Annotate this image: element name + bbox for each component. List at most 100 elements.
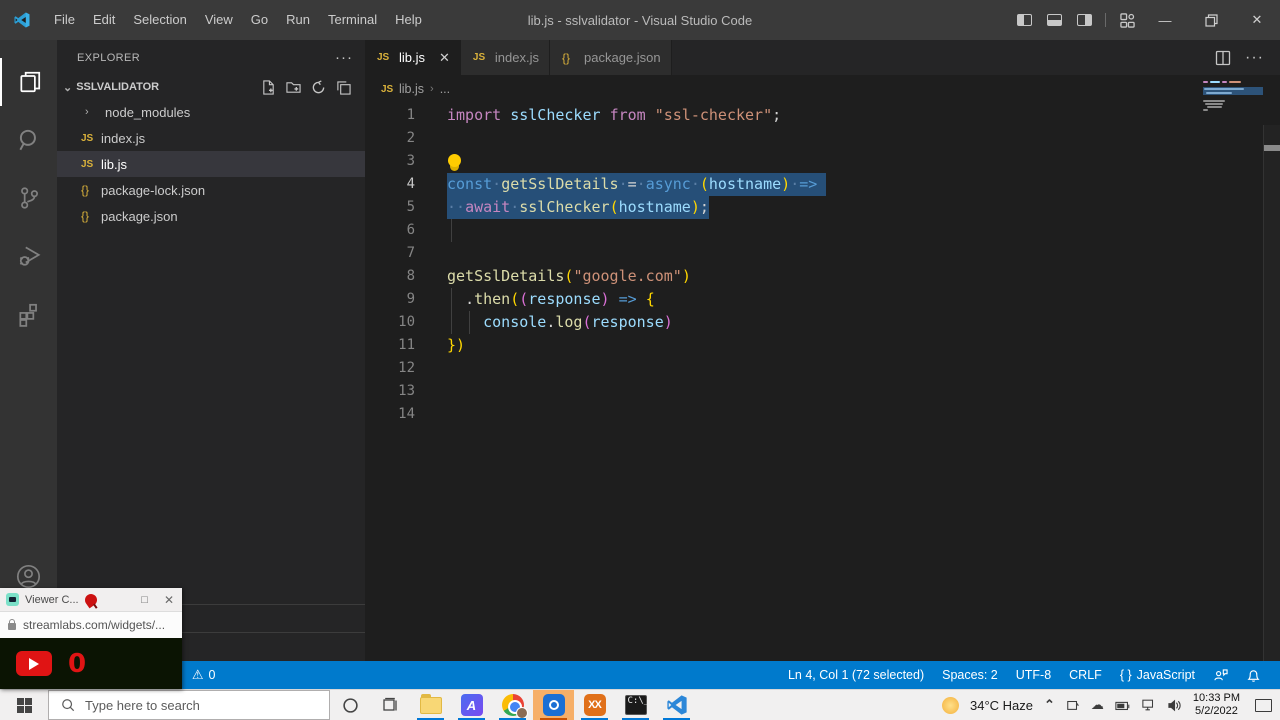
- refresh-icon[interactable]: [311, 80, 326, 95]
- tab-close-icon[interactable]: ✕: [439, 50, 450, 66]
- pin-icon[interactable]: [82, 591, 99, 608]
- weather-text[interactable]: 34°C Haze: [970, 698, 1033, 713]
- tab-index.js[interactable]: JSindex.js: [461, 40, 550, 75]
- collapse-all-icon[interactable]: [336, 80, 351, 95]
- file-item-index.js[interactable]: JSindex.js: [57, 125, 365, 151]
- code-line-4[interactable]: 4const·getSslDetails·=·async·(hostname)·…: [365, 173, 1280, 196]
- start-button[interactable]: [0, 690, 48, 720]
- code-line-8[interactable]: 8getSslDetails("google.com"): [365, 265, 1280, 288]
- chevron-right-icon: ›: [85, 106, 105, 118]
- overlay-maximize-icon[interactable]: □: [141, 594, 148, 606]
- tab-package.json[interactable]: {}package.json: [550, 40, 672, 75]
- code-line-14[interactable]: 14: [365, 403, 1280, 426]
- taskbar-app-app-a[interactable]: A: [451, 690, 492, 720]
- code-area[interactable]: 1import sslChecker from "ssl-checker";23…: [365, 104, 1280, 661]
- menu-view[interactable]: View: [196, 0, 242, 40]
- taskbar-app-cmd[interactable]: C:\_: [615, 690, 656, 720]
- new-folder-icon[interactable]: [286, 80, 301, 95]
- minimize-button[interactable]: —: [1142, 0, 1188, 40]
- code-line-5[interactable]: 5··await·sslChecker(hostname);: [365, 196, 1280, 219]
- overview-ruler[interactable]: [1263, 125, 1280, 661]
- taskbar-app-vscode[interactable]: [656, 690, 697, 720]
- onedrive-cloud-icon[interactable]: ☁: [1091, 697, 1104, 713]
- tab-lib.js[interactable]: JSlib.js✕: [365, 40, 461, 75]
- action-center-icon[interactable]: [1255, 699, 1272, 712]
- menu-help[interactable]: Help: [386, 0, 431, 40]
- file-item-package-lock.json[interactable]: {}package-lock.json: [57, 177, 365, 203]
- more-actions-icon[interactable]: ···: [1245, 49, 1264, 67]
- code-line-1[interactable]: 1import sslChecker from "ssl-checker";: [365, 104, 1280, 127]
- status-encoding[interactable]: UTF-8: [1007, 668, 1060, 682]
- menu-terminal[interactable]: Terminal: [319, 0, 386, 40]
- search-icon[interactable]: [0, 116, 57, 164]
- folder-section-header[interactable]: ⌄ SSLVALIDATOR: [57, 75, 365, 99]
- file-item-lib.js[interactable]: JSlib.js: [57, 151, 365, 177]
- battery-icon[interactable]: [1115, 700, 1131, 711]
- network-icon[interactable]: [1142, 699, 1156, 711]
- code-line-10[interactable]: 10 console.log(response): [365, 311, 1280, 334]
- explorer-icon[interactable]: [0, 58, 57, 106]
- json-file-icon: {}: [562, 51, 584, 65]
- toggle-panel-icon[interactable]: [1039, 0, 1069, 40]
- code-line-13[interactable]: 13: [365, 380, 1280, 403]
- cortana-icon[interactable]: [330, 690, 370, 720]
- scrollbar-thumb[interactable]: [1264, 145, 1280, 151]
- menu-go[interactable]: Go: [242, 0, 277, 40]
- extensions-icon[interactable]: [0, 290, 57, 338]
- code-line-7[interactable]: 7: [365, 242, 1280, 265]
- overlay-address-bar[interactable]: streamlabs.com/widgets/...: [0, 611, 182, 638]
- menu-run[interactable]: Run: [277, 0, 319, 40]
- menu-file[interactable]: File: [45, 0, 84, 40]
- code-line-3[interactable]: 3: [365, 150, 1280, 173]
- menu-edit[interactable]: Edit: [84, 0, 124, 40]
- file-item-package.json[interactable]: {}package.json: [57, 203, 365, 229]
- file-item-node_modules[interactable]: ›node_modules: [57, 99, 365, 125]
- overlay-url[interactable]: streamlabs.com/widgets/...: [23, 618, 165, 632]
- feedback-icon[interactable]: [1204, 668, 1237, 683]
- task-view-icon[interactable]: [370, 690, 410, 720]
- split-editor-icon[interactable]: [1215, 50, 1231, 66]
- toggle-secondary-sidebar-icon[interactable]: [1069, 0, 1099, 40]
- customize-layout-icon[interactable]: [1112, 0, 1142, 40]
- new-file-icon[interactable]: [261, 80, 276, 95]
- volume-icon[interactable]: [1167, 699, 1182, 712]
- source-control-icon[interactable]: [0, 174, 57, 222]
- breadcrumb-file[interactable]: lib.js: [399, 82, 424, 96]
- line-number: 10: [365, 311, 415, 334]
- breadcrumb-more[interactable]: ...: [440, 82, 450, 96]
- code-line-6[interactable]: 6: [365, 219, 1280, 242]
- overlay-title-bar[interactable]: Viewer C... □ ✕: [0, 588, 182, 611]
- taskbar-app-chrome[interactable]: [492, 690, 533, 720]
- code-line-9[interactable]: 9 .then((response) => {: [365, 288, 1280, 311]
- sidebar-more-icon[interactable]: ···: [335, 49, 353, 66]
- restore-button[interactable]: [1188, 0, 1234, 40]
- minimap[interactable]: [1203, 80, 1263, 180]
- tray-expand-chevron-icon[interactable]: ⌃: [1044, 697, 1055, 713]
- editor-actions: ···: [1215, 40, 1280, 75]
- taskbar-clock[interactable]: 10:33 PM 5/2/2022: [1193, 692, 1240, 718]
- warning-icon: ⚠: [192, 667, 204, 683]
- status-eol[interactable]: CRLF: [1060, 668, 1111, 682]
- code-line-12[interactable]: 12: [365, 357, 1280, 380]
- taskbar-app-streamlabs[interactable]: [533, 690, 574, 720]
- close-button[interactable]: ✕: [1234, 0, 1280, 40]
- code-text: .then((response) => {: [447, 288, 655, 311]
- notifications-bell-icon[interactable]: [1237, 668, 1270, 683]
- status-cursor-position[interactable]: Ln 4, Col 1 (72 selected): [779, 668, 933, 682]
- taskbar-search[interactable]: Type here to search: [48, 690, 330, 720]
- status-indentation[interactable]: Spaces: 2: [933, 668, 1007, 682]
- overlay-close-icon[interactable]: ✕: [164, 593, 174, 607]
- breadcrumb[interactable]: JS lib.js › ...: [365, 75, 1280, 103]
- taskbar-app-xampp[interactable]: XX: [574, 690, 615, 720]
- taskbar-app-file-explorer[interactable]: [410, 690, 451, 720]
- menu-selection[interactable]: Selection: [124, 0, 195, 40]
- lightbulb-icon[interactable]: [448, 154, 461, 167]
- code-line-2[interactable]: 2: [365, 127, 1280, 150]
- app-window-icon[interactable]: [1066, 698, 1080, 712]
- status-right: Ln 4, Col 1 (72 selected)Spaces: 2UTF-8C…: [779, 668, 1270, 683]
- toggle-sidebar-icon[interactable]: [1009, 0, 1039, 40]
- code-line-11[interactable]: 11}): [365, 334, 1280, 357]
- viewer-count-window[interactable]: Viewer C... □ ✕ streamlabs.com/widgets/.…: [0, 588, 182, 689]
- run-debug-icon[interactable]: [0, 232, 57, 280]
- language-mode[interactable]: { } JavaScript: [1111, 668, 1204, 682]
